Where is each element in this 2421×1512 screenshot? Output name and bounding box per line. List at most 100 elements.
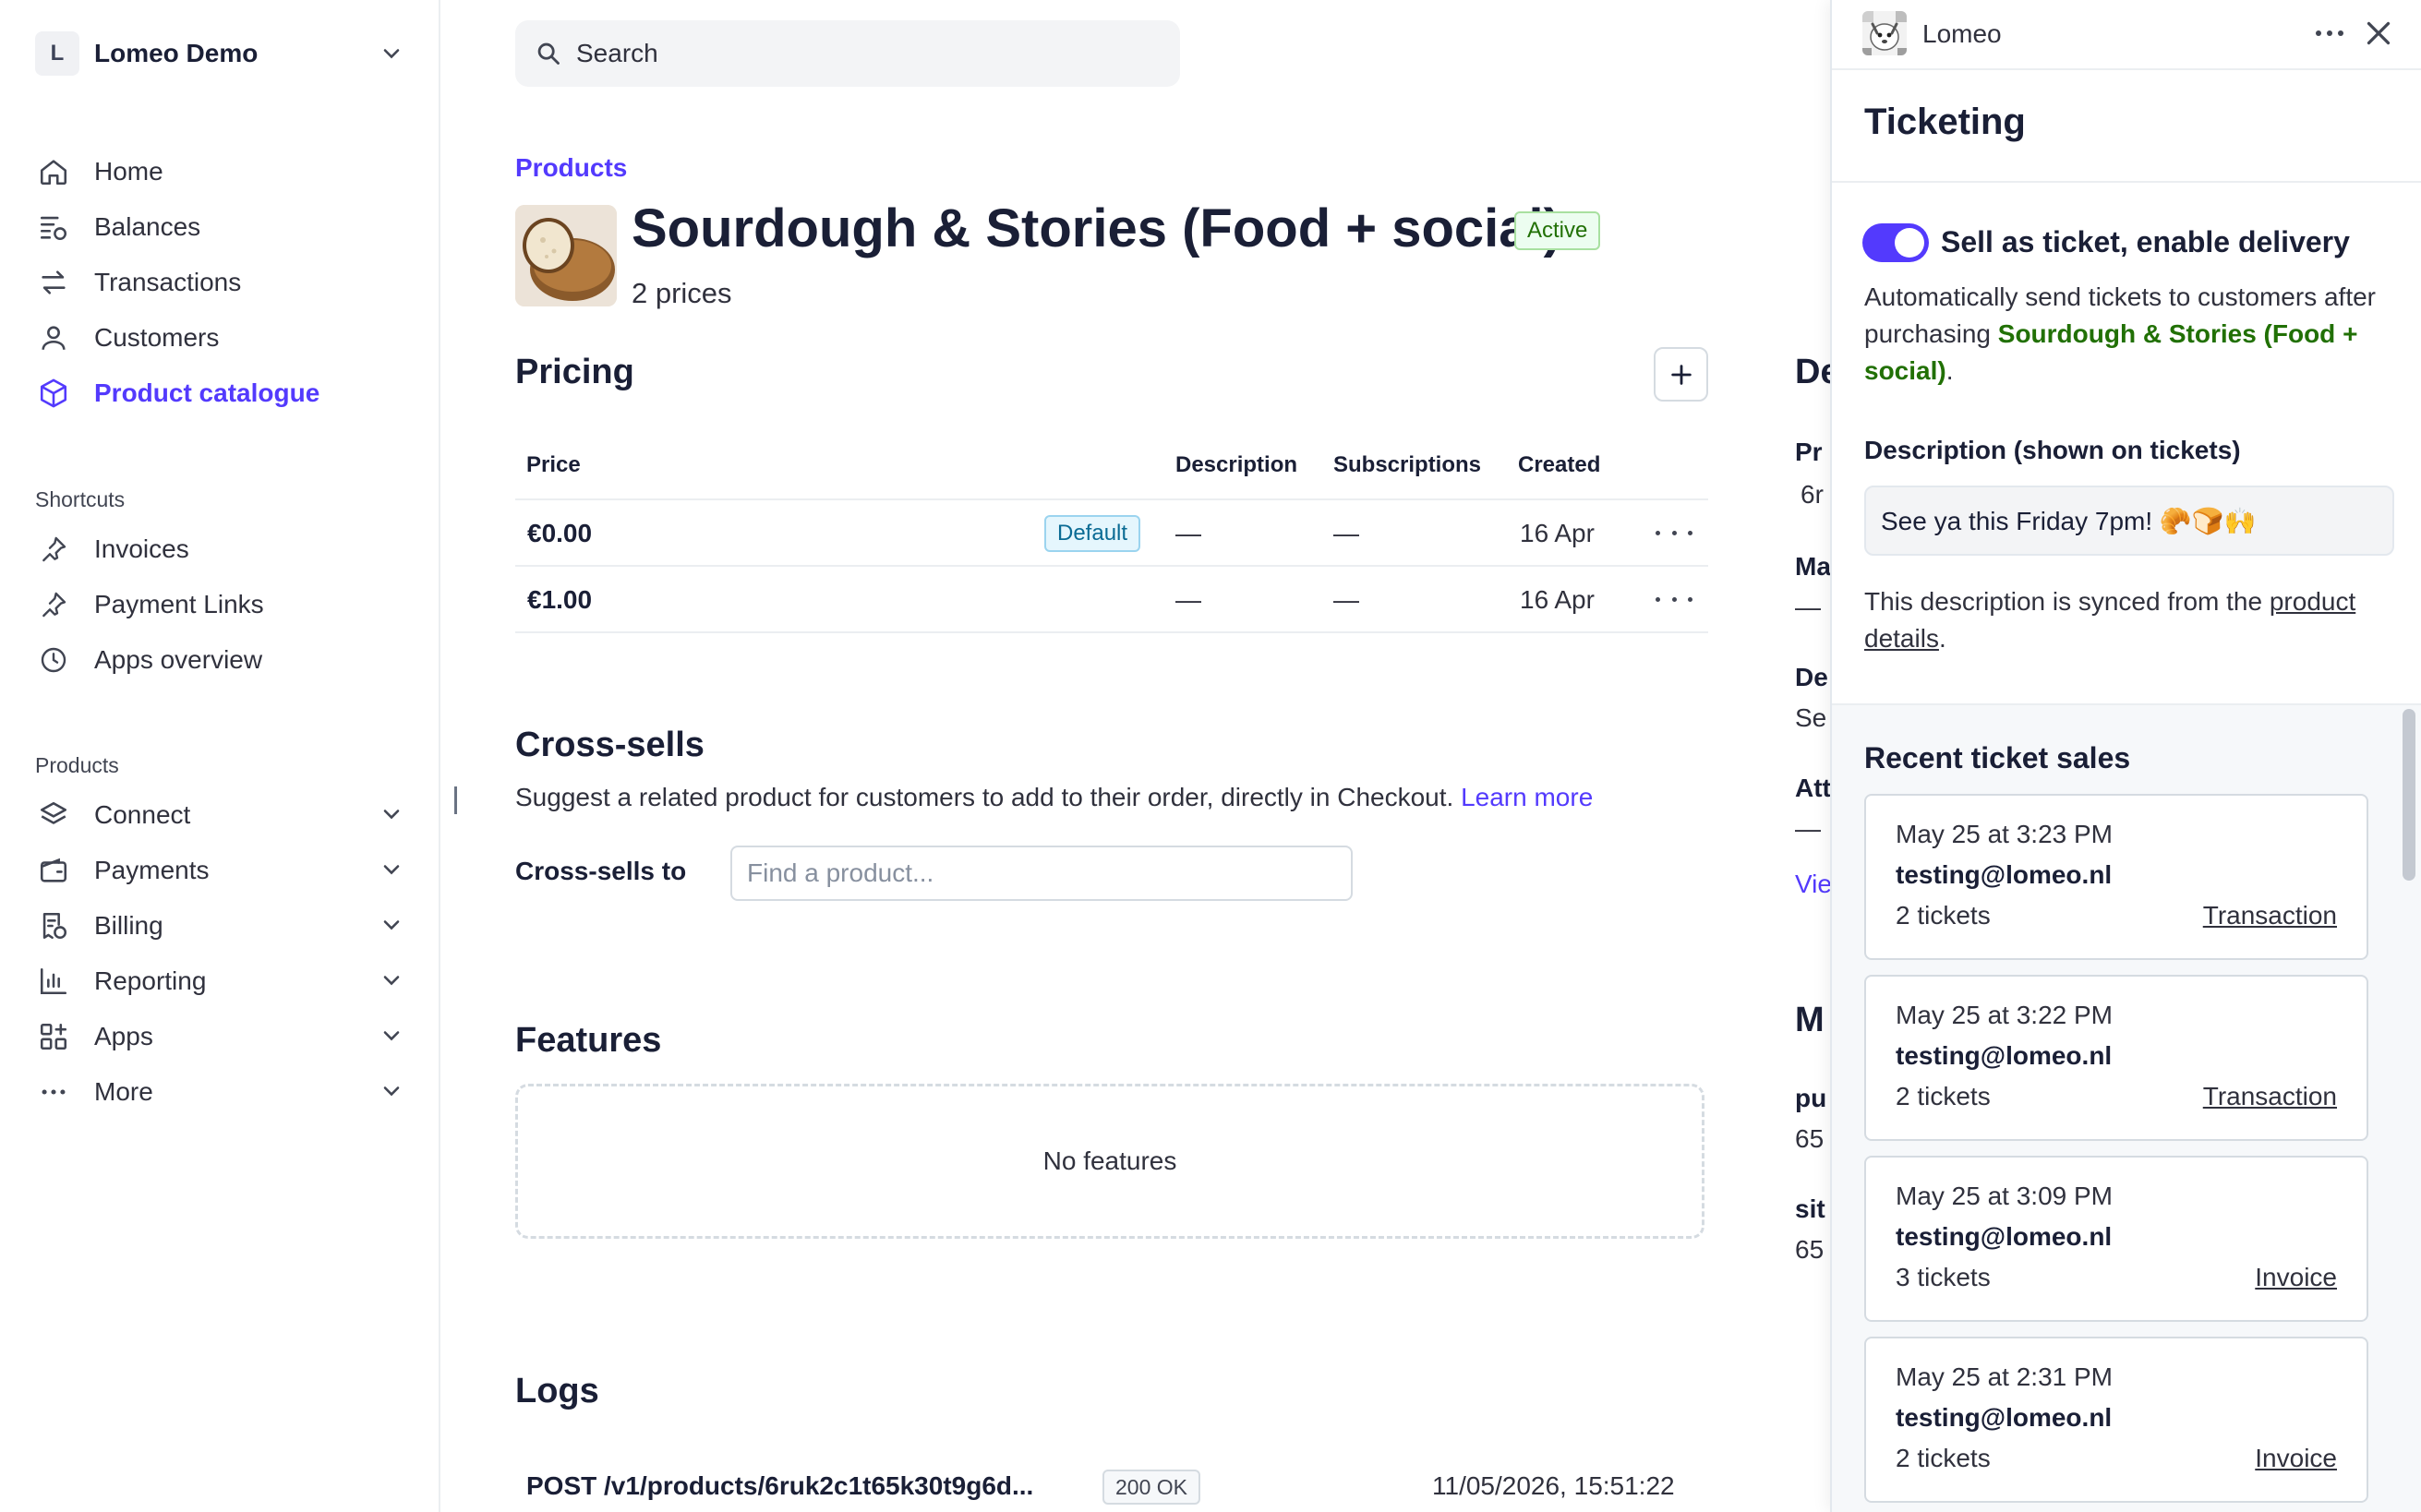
sidebar-item-label: Reporting bbox=[94, 966, 207, 995]
product-search-field[interactable]: Find a product... bbox=[730, 846, 1353, 901]
sale-email: testing@lomeo.nl bbox=[1896, 1222, 2113, 1251]
wallet-icon bbox=[35, 852, 72, 889]
scrollbar[interactable] bbox=[2403, 709, 2415, 881]
sidebar-item-label: Invoices bbox=[94, 534, 189, 563]
products-heading: Products bbox=[35, 753, 119, 777]
description-label: Description (shown on tickets) bbox=[1864, 436, 2241, 464]
sidebar-item-label: Customers bbox=[94, 323, 220, 352]
sidebar-item-reporting[interactable]: Reporting bbox=[35, 958, 404, 1004]
chevron-down-icon bbox=[383, 1031, 400, 1041]
sidebar-item-more[interactable]: More bbox=[35, 1069, 404, 1115]
row-actions-icon[interactable] bbox=[1656, 588, 1692, 610]
sidebar-item-label: Billing bbox=[94, 911, 163, 940]
chevron-down-icon bbox=[383, 810, 400, 820]
clock-icon bbox=[35, 642, 72, 678]
detail-value: Se bbox=[1795, 703, 1827, 732]
breadcrumb[interactable]: Products bbox=[515, 153, 627, 183]
sale-card: May 25 at 2:31 PM testing@lomeo.nl 2 tic… bbox=[1864, 1337, 2368, 1503]
layers-icon bbox=[35, 797, 72, 834]
toggle-label: Sell as ticket, enable delivery bbox=[1941, 225, 2350, 258]
learn-more-link[interactable]: Learn more bbox=[1461, 783, 1593, 811]
account-switcher[interactable]: L Lomeo Demo bbox=[35, 31, 404, 76]
sidebar-item-label: More bbox=[94, 1077, 153, 1106]
price-created: 16 Apr bbox=[1520, 519, 1595, 547]
recent-sales-heading: Recent ticket sales bbox=[1864, 741, 2131, 774]
transaction-link[interactable]: Transaction bbox=[2203, 901, 2337, 930]
balances-icon bbox=[35, 209, 72, 246]
invoice-link[interactable]: Invoice bbox=[2255, 1263, 2337, 1292]
metadata-key: pu bbox=[1795, 1084, 1827, 1112]
account-name: Lomeo Demo bbox=[94, 39, 259, 67]
close-icon[interactable] bbox=[2362, 17, 2395, 54]
search-icon bbox=[537, 42, 560, 65]
price-subscriptions: — bbox=[1333, 519, 1359, 547]
sidebar-item-balances[interactable]: Balances bbox=[35, 204, 404, 250]
ticket-description-field[interactable]: See ya this Friday 7pm! 🥐🍞🙌 bbox=[1864, 486, 2394, 556]
sidebar-item-home[interactable]: Home bbox=[35, 149, 404, 195]
metadata-heading: M bbox=[1795, 1001, 1825, 1039]
invoice-link[interactable]: Invoice bbox=[2255, 1444, 2337, 1473]
row-actions-icon[interactable] bbox=[1656, 522, 1692, 544]
sidebar-item-label: Apps bbox=[94, 1022, 153, 1050]
cross-sells-text: Suggest a related product for customers … bbox=[515, 783, 1454, 811]
sidebar-item-invoices[interactable]: Invoices bbox=[35, 526, 404, 572]
home-icon bbox=[35, 153, 72, 190]
price-description: — bbox=[1175, 585, 1201, 614]
sidebar-item-label: Payment Links bbox=[94, 590, 264, 618]
billing-icon bbox=[35, 907, 72, 944]
app-drawer: Lomeo Ticketing Sell as ticket, enable d… bbox=[1830, 0, 2421, 1512]
sidebar-item-label: Home bbox=[94, 157, 163, 186]
view-link[interactable]: Vie bbox=[1795, 870, 1832, 899]
metadata-value: 65 bbox=[1795, 1124, 1825, 1153]
sale-time: May 25 at 3:23 PM bbox=[1896, 820, 2114, 848]
chevron-down-icon bbox=[383, 920, 400, 930]
sidebar: L Lomeo Demo Home Balances Transactions … bbox=[0, 0, 440, 1512]
logs-heading: Logs bbox=[515, 1372, 599, 1410]
cross-sells-description: Suggest a related product for customers … bbox=[515, 783, 1593, 812]
search-input[interactable]: Search bbox=[515, 20, 1180, 87]
pricing-heading: Pricing bbox=[515, 353, 634, 391]
sidebar-item-product-catalogue[interactable]: Product catalogue bbox=[35, 370, 404, 416]
cross-sells-label: Cross-sells to bbox=[515, 857, 687, 885]
sale-email: testing@lomeo.nl bbox=[1896, 1041, 2113, 1070]
sidebar-item-billing[interactable]: Billing bbox=[35, 903, 404, 949]
chevron-down-icon bbox=[383, 976, 400, 986]
auto-send-suffix: . bbox=[1945, 356, 1954, 385]
divider bbox=[515, 631, 1708, 633]
price-value: €1.00 bbox=[527, 585, 593, 614]
status-badge: Active bbox=[1514, 211, 1601, 250]
sale-time: May 25 at 2:31 PM bbox=[1896, 1362, 2114, 1391]
column-header-created: Created bbox=[1518, 452, 1601, 477]
drawer-title: Ticketing bbox=[1864, 102, 2026, 142]
chevron-down-icon bbox=[383, 49, 400, 59]
features-heading: Features bbox=[515, 1021, 662, 1060]
divider bbox=[515, 565, 1708, 567]
sidebar-item-connect[interactable]: Connect bbox=[35, 792, 404, 838]
sidebar-item-customers[interactable]: Customers bbox=[35, 315, 404, 361]
sidebar-item-apps-overview[interactable]: Apps overview bbox=[35, 637, 404, 683]
account-avatar: L bbox=[35, 31, 79, 76]
metadata-key: sit bbox=[1795, 1194, 1825, 1223]
sidebar-item-transactions[interactable]: Transactions bbox=[35, 259, 404, 306]
detail-value: 6r bbox=[1801, 480, 1824, 509]
sidebar-item-payments[interactable]: Payments bbox=[35, 847, 404, 894]
ticket-delivery-toggle[interactable] bbox=[1862, 223, 1929, 262]
transaction-link[interactable]: Transaction bbox=[2203, 1082, 2337, 1111]
sidebar-item-apps[interactable]: Apps bbox=[35, 1014, 404, 1060]
plus-icon bbox=[1670, 364, 1692, 385]
add-price-button[interactable] bbox=[1654, 347, 1708, 402]
chevron-down-icon bbox=[383, 865, 400, 875]
features-empty-state: No features bbox=[515, 1084, 1704, 1239]
sale-time: May 25 at 3:22 PM bbox=[1896, 1001, 2114, 1029]
detail-label: Pr bbox=[1795, 438, 1823, 466]
more-options-icon[interactable] bbox=[2314, 24, 2345, 47]
search-placeholder: Search bbox=[576, 39, 658, 67]
sidebar-item-payment-links[interactable]: Payment Links bbox=[35, 582, 404, 628]
divider bbox=[1832, 703, 2421, 705]
pin-icon bbox=[35, 586, 72, 623]
detail-label: De bbox=[1795, 663, 1828, 691]
sidebar-item-label: Payments bbox=[94, 856, 210, 884]
sync-end: . bbox=[1938, 624, 1946, 653]
customers-icon bbox=[35, 319, 72, 356]
box-icon bbox=[35, 375, 72, 412]
